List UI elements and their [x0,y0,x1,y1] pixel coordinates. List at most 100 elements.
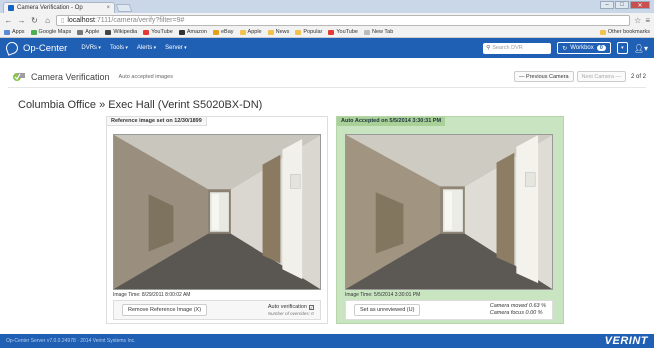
workbox-dropdown-button[interactable]: ▾ [616,42,628,54]
verint-logo: VERINT [604,335,648,347]
forward-arrow-icon[interactable]: → [17,16,26,25]
bookmark-label: Apple [85,29,100,35]
auto-accepted-header: Auto Accepted on 5/5/2014 3:30:31 PM [337,117,446,126]
auto-accepted-panel: Auto Accepted on 5/5/2014 3:30:31 PM Ima… [336,116,564,324]
main-menu: DVRs Tools Alerts Server [81,45,186,51]
camera-focus: Camera focus 0.00 % [489,310,543,316]
menu-tools[interactable]: Tools [110,45,128,51]
close-tab-icon[interactable]: × [106,5,110,11]
camera-moved: Camera moved 0.63 % [489,303,546,309]
auto-verification-checkbox[interactable]: ✓ [309,304,314,310]
other-bookmarks[interactable]: Other bookmarks [599,29,650,35]
bookmark-item[interactable]: Apps [4,29,25,35]
folder-icon [599,29,606,35]
camera-verification-icon [13,72,25,81]
bookmark-icon [328,29,335,35]
menu-icon[interactable]: ≡ [645,16,650,25]
bookmark-item[interactable]: Apple [77,29,99,35]
bookmark-icon [143,29,150,35]
bookmark-item[interactable]: Wikipedia [105,29,137,35]
menu-alerts[interactable]: Alerts [137,45,156,51]
workbox-button[interactable]: ↻ Workbox 0 [557,42,611,54]
workbox-label: Workbox [570,45,594,51]
reference-header: Reference image set on 12/30/1899 [107,117,207,126]
bookmark-icon [30,29,37,35]
browser-tabstrip: Camera Verification - Op × – □ ✕ [0,0,654,13]
bookmark-item[interactable]: News [267,29,290,35]
bookmark-label: Amazon [186,29,207,35]
close-window-icon[interactable]: ✕ [630,1,650,9]
page-title: Columbia Office » Exec Hall (Verint S502… [18,99,263,111]
bookmark-label: Apple [247,29,262,35]
workbox-count-badge: 0 [596,45,606,51]
search-placeholder: Search DVR [492,45,523,51]
bookmark-item[interactable]: YouTube [143,29,173,35]
bookmark-label: Google Maps [38,29,72,35]
accepted-image[interactable] [345,134,553,290]
menu-dvrs[interactable]: DVRs [81,45,101,51]
maximize-icon[interactable]: □ [615,1,629,9]
bookmark-label: New Tab [371,29,394,35]
bookmark-label: YouTube [336,29,358,35]
address-bar[interactable]: ▯ localhost:7111/camera/verify?filter=9# [56,14,631,26]
bookmark-icon [77,29,84,35]
remove-reference-button[interactable]: Remove Reference Image (X) [122,304,208,316]
app-footer: Op-Center Server v7.0.0.24978 · 2014 Ver… [0,334,654,348]
back-arrow-icon[interactable]: ← [4,16,13,25]
bookmark-icon [363,29,370,35]
bookmark-label: YouTube [151,29,173,35]
bookmark-label: Apps [12,29,25,35]
next-camera-button[interactable]: Next Camera — [576,71,626,82]
search-icon: ⚲ [486,45,491,51]
search-input[interactable]: ⚲ Search DVR [483,42,552,54]
app-navbar: Op-Center DVRs Tools Alerts Server ⚲ Sea… [0,38,654,58]
star-icon[interactable]: ☆ [634,16,641,25]
hallway-photo [114,135,320,289]
set-unreviewed-button[interactable]: Set as unreviewed (U) [354,304,421,316]
bookmarks-bar: Apps Google Maps Apple Wikipedia YouTube Amaz… [0,27,654,38]
bookmark-item[interactable]: Popular [295,29,322,35]
reference-image[interactable] [113,134,321,290]
new-tab-button[interactable] [115,4,133,12]
reload-icon[interactable]: ↻ [30,16,39,25]
bookmark-item[interactable]: eBay [213,29,234,35]
bookmark-label: eBay [221,29,234,35]
auto-accepted-link[interactable]: Auto accepted images [119,74,173,80]
previous-camera-button[interactable]: — Previous Camera [514,71,574,82]
workbox-icon: ↻ [562,45,568,52]
browser-tab[interactable]: Camera Verification - Op × [3,2,115,13]
camera-stats: Camera moved 0.63 % Camera focus 0.00 % [490,303,546,317]
minimize-icon[interactable]: – [600,1,614,9]
browser-toolbar: ← → ↻ ⌂ ▯ localhost:7111/camera/verify?f… [0,13,654,27]
accepted-image-time: Image Time: 5/5/2014 3:30:01 PM [345,292,421,298]
reference-image-time: Image Time: 8/29/2011 8:00:02 AM [113,292,191,298]
url-host: localhost [67,16,95,24]
bookmark-icon [267,29,274,35]
overrides-count: Number of overrides: 0 [267,311,314,316]
brand[interactable]: Op-Center [4,40,68,56]
user-icon[interactable]: 👤︎▾ [634,44,648,53]
other-bookmarks-label: Other bookmarks [607,29,650,35]
reference-actions: Remove Reference Image (X) Auto verifica… [113,300,321,320]
home-icon[interactable]: ⌂ [43,16,52,25]
bookmark-icon [178,29,185,35]
bookmark-item[interactable]: Amazon [178,29,207,35]
bookmark-item[interactable]: New Tab [363,29,394,35]
favicon-icon [8,5,14,11]
brand-name: Op-Center [23,42,68,54]
bookmark-icon [105,29,112,35]
bookmark-icon [239,29,246,35]
section-title: Camera Verification [31,71,110,82]
menu-server[interactable]: Server [165,45,187,51]
bookmark-item[interactable]: Google Maps [30,29,72,35]
bookmark-label: News [275,29,290,35]
camera-pager: — Previous Camera Next Camera — 2 of 2 [514,71,646,82]
bookmark-item[interactable]: YouTube [328,29,358,35]
camera-count: 2 of 2 [630,73,646,80]
camera-verification-header: Camera Verification Auto accepted images… [8,66,646,88]
bookmark-icon [295,29,302,35]
bookmark-label: Popular [303,29,323,35]
bookmark-item[interactable]: Apple [239,29,262,35]
tab-title: Camera Verification - Op [17,5,83,11]
accepted-actions: Set as unreviewed (U) Camera moved 0.63 … [345,300,553,320]
